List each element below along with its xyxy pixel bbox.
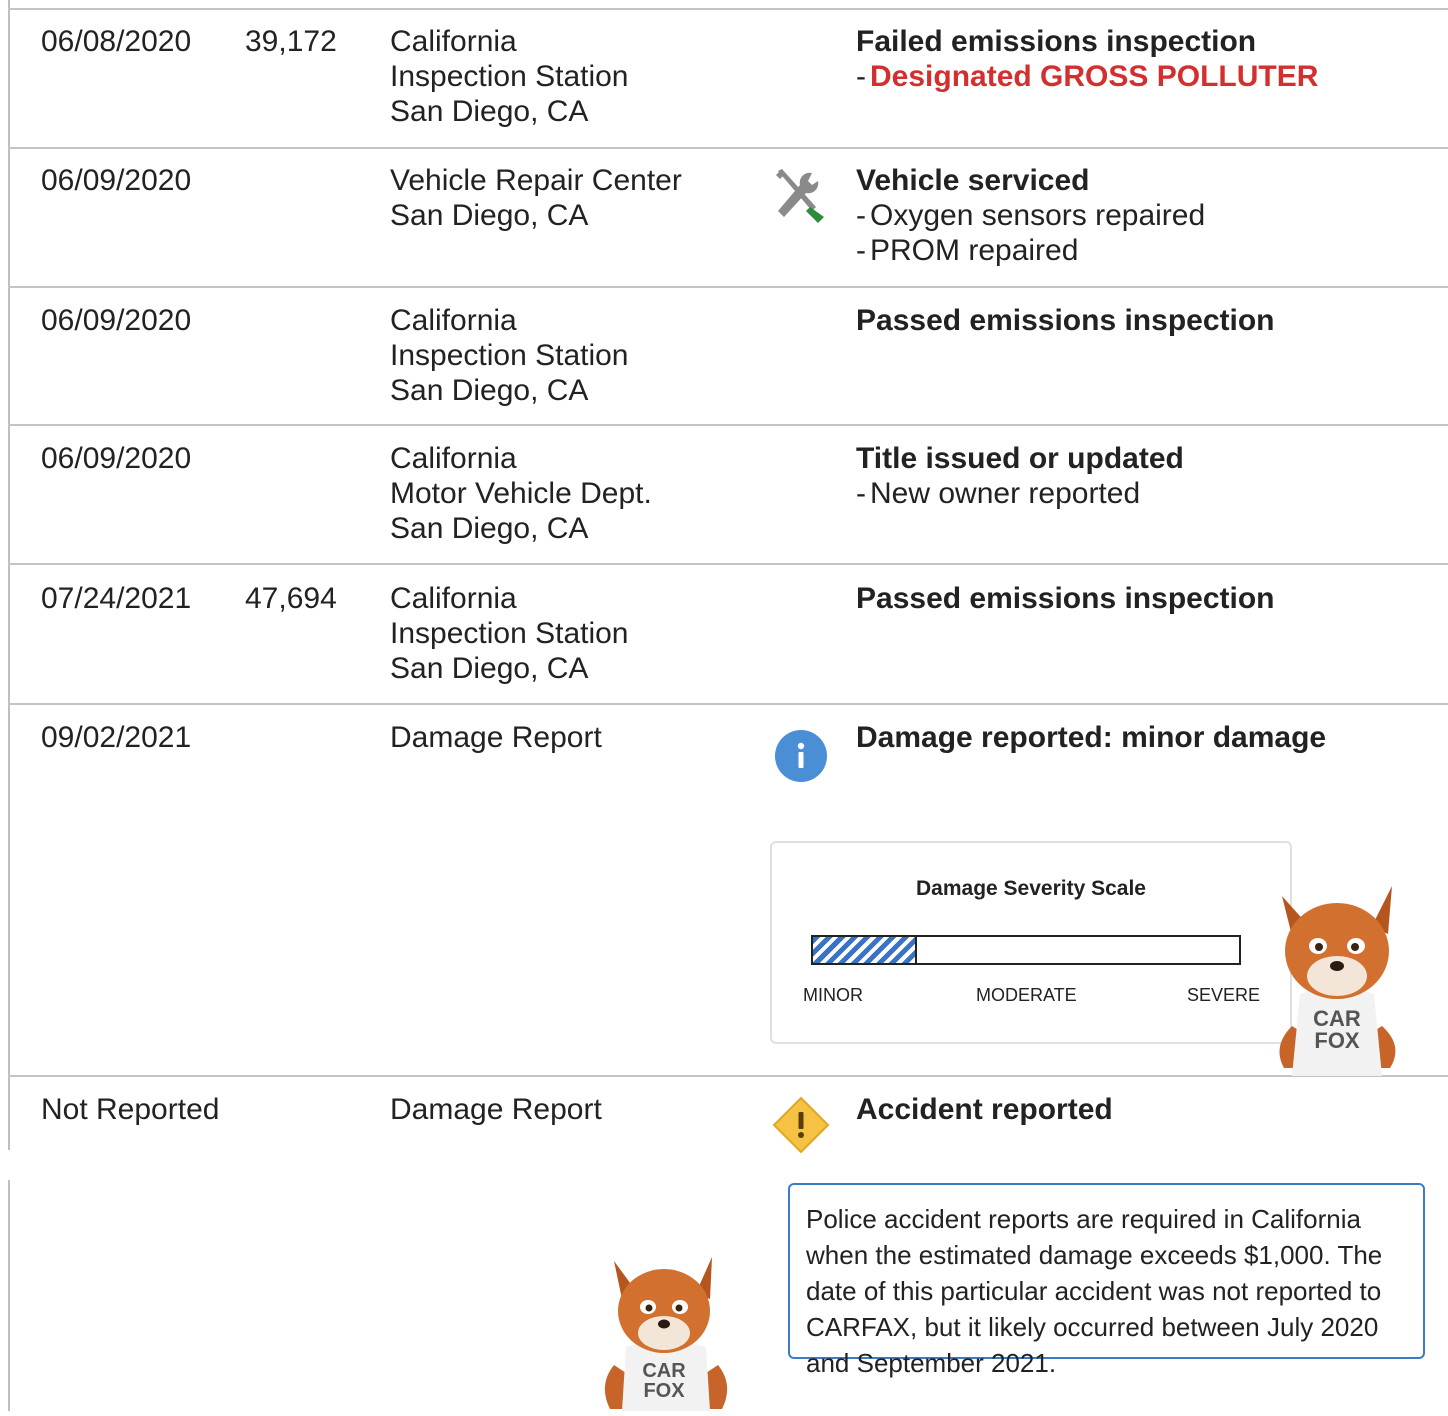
event-detail: - Oxygen sensors repaired <box>856 199 1206 232</box>
source-line: California <box>390 25 517 58</box>
scale-label-severe: SEVERE <box>1187 985 1261 1005</box>
info-icon <box>774 729 828 788</box>
source-line: San Diego, CA <box>390 652 589 685</box>
row-divider <box>8 147 1448 149</box>
row-source: California Inspection Station San Diego,… <box>390 581 629 686</box>
row-event: Passed emissions inspection <box>856 303 1275 338</box>
fox-shirt-text-2: FOX <box>643 1380 685 1402</box>
row-event: Damage reported: minor damage <box>856 720 1326 755</box>
event-title: Title issued or updated <box>856 442 1184 475</box>
event-detail: - Designated GROSS POLLUTER <box>856 60 1319 93</box>
row-divider <box>8 286 1448 288</box>
scale-title: Damage Severity Scale <box>916 877 1146 900</box>
accident-note: Police accident reports are required in … <box>788 1183 1425 1378</box>
fox-shirt-text-2: FOX <box>1314 1028 1360 1053</box>
source-line: Damage Report <box>390 1093 602 1126</box>
row-divider <box>8 703 1448 705</box>
row-divider <box>8 563 1448 565</box>
source-line: Motor Vehicle Dept. <box>390 477 652 510</box>
source-line: Inspection Station <box>390 617 629 650</box>
source-line: San Diego, CA <box>390 374 589 407</box>
source-line: Vehicle Repair Center <box>390 164 682 197</box>
row-divider <box>8 424 1448 426</box>
row-source: Vehicle Repair Center San Diego, CA <box>390 163 682 233</box>
damage-severity-scale: Damage Severity Scale MINOR MODERATE SEV… <box>770 841 1292 1044</box>
row-odometer: 47,694 <box>245 582 337 615</box>
row-source: Damage Report <box>390 720 602 755</box>
row-odometer: 39,172 <box>245 25 337 58</box>
source-line: California <box>390 582 517 615</box>
event-title: Vehicle serviced <box>856 164 1090 197</box>
row-source: California Motor Vehicle Dept. San Diego… <box>390 441 652 546</box>
source-line: Inspection Station <box>390 60 629 93</box>
event-title: Passed emissions inspection <box>856 304 1275 337</box>
event-detail: - PROM repaired <box>856 234 1079 267</box>
scale-label-moderate: MODERATE <box>976 985 1077 1005</box>
row-source: Damage Report <box>390 1092 602 1127</box>
gross-polluter-text: Designated GROSS POLLUTER <box>870 60 1319 93</box>
source-line: Damage Report <box>390 721 602 754</box>
detail-text: Oxygen sensors repaired <box>870 199 1206 232</box>
carfox-mascot: CAR FOX <box>592 1255 740 1416</box>
source-line: California <box>390 304 517 337</box>
row-divider <box>8 1075 1448 1077</box>
row-event: Title issued or updated - New owner repor… <box>856 441 1184 511</box>
severity-bar-fill <box>813 937 918 963</box>
row-date: 06/08/2020 <box>41 25 192 58</box>
carfox-mascot: CAR FOX <box>1262 876 1412 1081</box>
event-title: Failed emissions inspection <box>856 25 1257 58</box>
event-title: Passed emissions inspection <box>856 582 1275 615</box>
left-border-bottom <box>8 1180 10 1411</box>
scale-label-minor: MINOR <box>803 985 863 1005</box>
wrench-screwdriver-icon <box>772 167 830 232</box>
source-line: San Diego, CA <box>390 95 589 128</box>
row-date: Not Reported <box>41 1093 220 1126</box>
row-date: 06/09/2020 <box>41 442 192 475</box>
row-date: 09/02/2021 <box>41 721 192 754</box>
row-event: Vehicle serviced - Oxygen sensors repaire… <box>856 163 1205 268</box>
severity-bar <box>811 935 1241 965</box>
detail-text: PROM repaired <box>870 234 1079 267</box>
event-detail: - New owner reported <box>856 477 1141 510</box>
event-title: Damage reported: minor damage <box>856 721 1327 754</box>
row-date: 06/09/2020 <box>41 304 192 337</box>
left-border-top <box>8 0 10 1150</box>
top-divider <box>8 8 1448 10</box>
row-date: 06/09/2020 <box>41 164 192 197</box>
row-source: California Inspection Station San Diego,… <box>390 303 629 408</box>
fox-shirt-text-1: CAR <box>642 1360 686 1382</box>
event-title: Accident reported <box>856 1093 1113 1126</box>
source-line: Inspection Station <box>390 339 629 372</box>
row-source: California Inspection Station San Diego,… <box>390 24 629 129</box>
warning-icon <box>772 1096 830 1159</box>
source-line: California <box>390 442 517 475</box>
row-event: Failed emissions inspection - Designated … <box>856 24 1318 94</box>
row-event: Accident reported <box>856 1092 1113 1127</box>
source-line: San Diego, CA <box>390 199 589 232</box>
row-event: Passed emissions inspection <box>856 581 1275 616</box>
detail-text: New owner reported <box>870 477 1141 510</box>
source-line: San Diego, CA <box>390 512 589 545</box>
row-date: 07/24/2021 <box>41 582 192 615</box>
